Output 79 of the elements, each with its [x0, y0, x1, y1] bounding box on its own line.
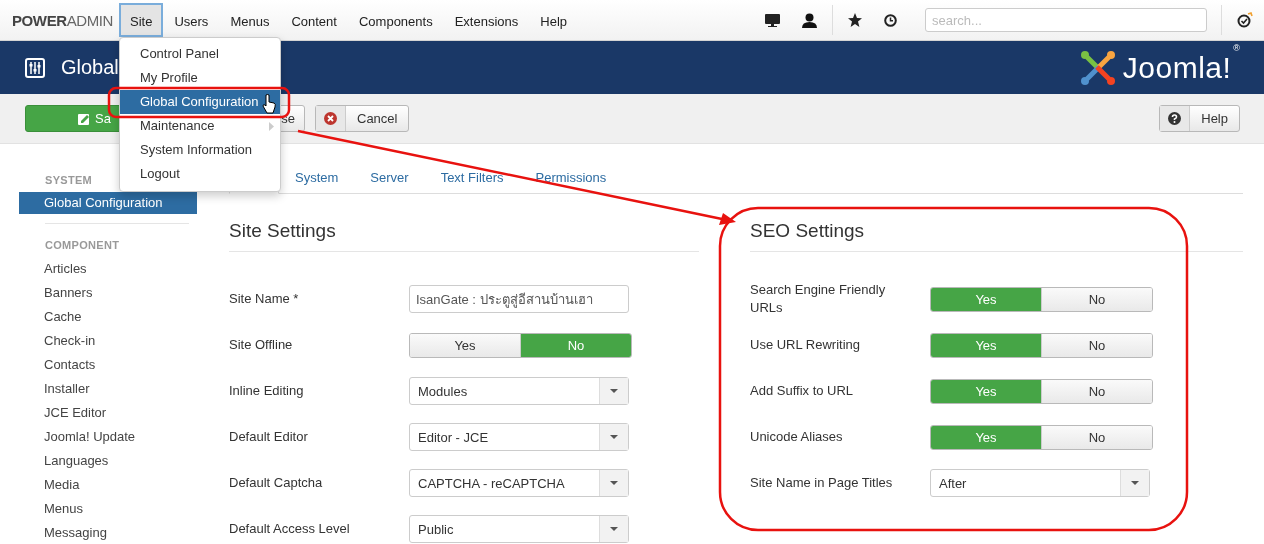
clock-icon[interactable] — [884, 13, 897, 27]
star-icon[interactable] — [848, 13, 862, 27]
cancel-icon — [324, 112, 337, 125]
hand-cursor-icon — [262, 94, 276, 114]
sidebar-heading: COMPONENT — [45, 238, 120, 253]
field-label: Site Name * — [229, 290, 300, 308]
sidebar-item[interactable]: Messaging — [19, 521, 197, 544]
caret-icon — [1131, 481, 1139, 485]
logo-text: Joomla! — [1122, 50, 1232, 85]
cancel-button[interactable]: Cancel — [315, 105, 410, 132]
sidebar-item[interactable]: JCE Editor — [19, 401, 197, 425]
menu-item[interactable]: Site — [119, 3, 164, 37]
sidebar-item[interactable]: Articles — [19, 257, 197, 281]
caret-icon — [610, 435, 618, 439]
toggle-option[interactable]: No — [1041, 425, 1152, 449]
timer-icon[interactable] — [1237, 12, 1253, 28]
sidebar-item[interactable]: Global Configuration — [19, 192, 197, 214]
section-title: SEO Settings — [750, 220, 1243, 252]
sidebar-item[interactable]: Languages — [19, 449, 197, 473]
sidebar-item[interactable]: Installer — [19, 377, 197, 401]
sidebar-item[interactable]: Media — [19, 473, 197, 497]
caret-icon — [269, 122, 274, 131]
edit-icon — [78, 112, 90, 125]
field-label: Site Name in Page Titles — [750, 474, 894, 492]
caret-icon — [610, 389, 618, 393]
caret-icon — [610, 527, 618, 531]
search-field[interactable]: search... — [925, 8, 1207, 32]
menu-item[interactable]: Extensions — [443, 3, 530, 37]
field-label: Inline Editing — [229, 382, 305, 400]
field-label: Default Editor — [229, 428, 309, 446]
field-label: Use URL Rewriting — [750, 336, 862, 354]
select-field[interactable]: Modules — [409, 377, 629, 405]
tab[interactable]: Permissions — [519, 155, 623, 193]
user-icon[interactable] — [802, 12, 817, 28]
menu-item[interactable]: Global Configuration — [120, 90, 280, 114]
menu-item[interactable]: Menus — [219, 3, 281, 37]
field-label: Unicode Aliases — [750, 428, 844, 446]
field-label: Search Engine Friendly URLs — [750, 281, 887, 317]
menu-item[interactable]: System Information — [120, 138, 280, 162]
toggle-option[interactable]: No — [1041, 287, 1152, 311]
menu-item[interactable]: My Profile — [120, 66, 280, 90]
field-label: Site Offline — [229, 336, 294, 354]
toggle-option[interactable]: Yes — [410, 333, 520, 357]
field-label: Default Captcha — [229, 474, 324, 492]
puzzle-knot-icon — [1078, 48, 1117, 87]
page-title: Global — [61, 56, 119, 79]
help-button[interactable]: Help — [1159, 105, 1240, 132]
sidebar-item[interactable]: Cache — [19, 305, 197, 329]
text-field[interactable]: IsanGate : ประตูสู่อีสานบ้านเฮา — [409, 285, 629, 313]
trademark-mark: ® — [1233, 42, 1240, 53]
sidebar-item[interactable]: Banners — [19, 281, 197, 305]
select-field[interactable]: After — [930, 469, 1150, 497]
brand-logo: POWERADMIN — [12, 11, 113, 29]
tab[interactable]: Server — [354, 155, 425, 193]
menu-item[interactable]: Control Panel — [120, 42, 280, 66]
toggle-option[interactable]: No — [1041, 379, 1152, 403]
field-label: Default Access Level — [229, 520, 351, 538]
section-title: Site Settings — [229, 220, 699, 252]
menu-item[interactable]: Components — [347, 3, 444, 37]
tab[interactable]: System — [279, 155, 355, 193]
tab[interactable]: Text Filters — [424, 155, 520, 193]
caret-icon — [610, 481, 618, 485]
toggle-option[interactable]: No — [1041, 333, 1152, 357]
select-field[interactable]: Public — [409, 515, 629, 543]
sidebar-item[interactable]: Check-in — [19, 329, 197, 353]
sidebar-item[interactable]: Contacts — [19, 353, 197, 377]
select-field[interactable]: Editor - JCE — [409, 423, 629, 451]
sidebar-item[interactable]: Menus — [19, 497, 197, 521]
monitor-icon[interactable] — [765, 13, 780, 27]
help-icon — [1168, 112, 1182, 125]
sliders-icon — [25, 57, 45, 78]
field-label: Add Suffix to URL — [750, 382, 855, 400]
menu-item[interactable]: Help — [529, 3, 578, 37]
sidebar-heading: SYSTEM — [45, 173, 93, 188]
menu-item[interactable]: Content — [280, 3, 348, 37]
menu-item[interactable]: Logout — [120, 162, 280, 186]
menu-item[interactable]: Users — [163, 3, 220, 37]
sidebar-item[interactable]: Joomla! Update — [19, 425, 197, 449]
select-field[interactable]: CAPTCHA - reCAPTCHA — [409, 469, 629, 497]
